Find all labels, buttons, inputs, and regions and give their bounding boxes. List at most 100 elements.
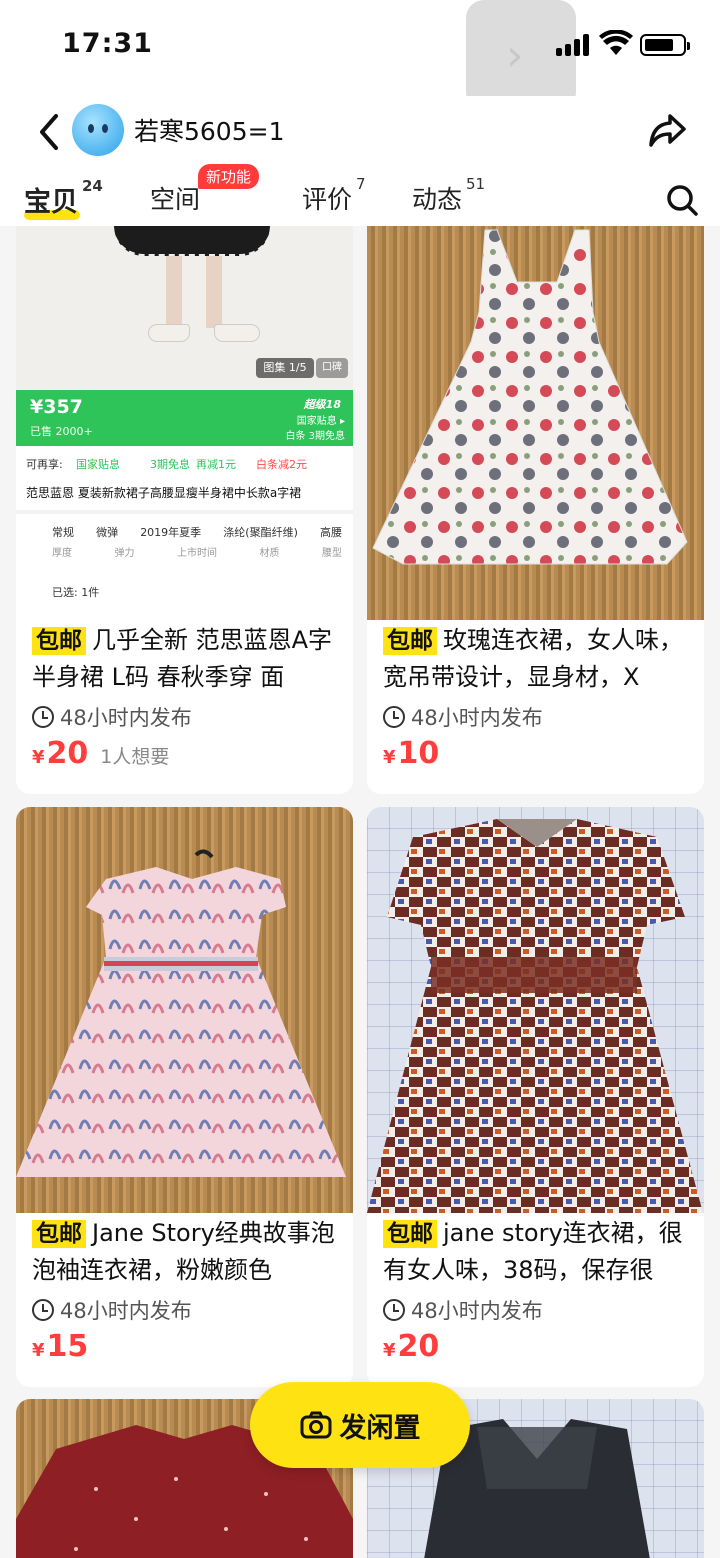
product-title: 包邮 Jane Story经典故事泡泡袖连衣裙，粉嫩颜色	[32, 1215, 338, 1289]
selected-label: 已选: 1件	[52, 586, 100, 599]
price-banner: ¥357 已售 2000+ 超级18 国家贴息 ▸ 白条 3期免息	[16, 390, 353, 446]
wifi-icon	[599, 30, 633, 55]
status-bar: 17:31 ›	[0, 0, 720, 110]
currency-symbol: ¥	[32, 1340, 45, 1361]
price-value: 10	[397, 736, 440, 771]
attr-name: 材质	[259, 548, 280, 559]
avatar[interactable]	[72, 104, 124, 156]
back-icon[interactable]	[34, 112, 64, 152]
time-text: 48小时内发布	[60, 706, 192, 730]
product-price: ¥20 1人想要	[32, 736, 169, 771]
product-image: 图集 1/5 口碑 ¥357 已售 2000+ 超级18 国家贴息 ▸ 白条 3…	[16, 226, 353, 620]
product-card[interactable]: 包邮 jane story连衣裙，很有女人味，38码，保存很 48小时内发布 ¥2…	[367, 807, 704, 1387]
product-title: 包邮 玫瑰连衣裙，女人味，宽吊带设计，显身材，X	[383, 622, 689, 696]
publish-time: 48小时内发布	[383, 1295, 543, 1325]
tab-count: 51	[466, 174, 486, 193]
banner-promo: 超级18	[303, 398, 341, 411]
time-text: 48小时内发布	[60, 1299, 192, 1323]
clock-icon	[383, 1299, 405, 1321]
product-card[interactable]: 包邮 玫瑰连衣裙，女人味，宽吊带设计，显身材，X 48小时内发布 ¥10	[367, 226, 704, 794]
gallery-indicator: 图集 1/5	[256, 358, 314, 378]
publish-time: 48小时内发布	[32, 702, 192, 732]
product-price: ¥20	[383, 1329, 439, 1364]
attr-name: 弹力	[114, 548, 135, 559]
attr-value: 常规	[52, 526, 74, 539]
free-shipping-badge: 包邮	[383, 627, 437, 655]
clock-icon	[32, 1299, 54, 1321]
product-title: 包邮 jane story连衣裙，很有女人味，38码，保存很	[383, 1215, 689, 1289]
banner-price: ¥357	[30, 396, 83, 418]
free-shipping-badge: 包邮	[32, 1220, 86, 1248]
search-icon[interactable]	[666, 184, 698, 216]
dress-illustration	[16, 849, 346, 1177]
banner-sold: 已售 2000+	[30, 425, 93, 438]
tab-label: 动态	[412, 185, 463, 214]
free-shipping-badge: 包邮	[383, 1220, 437, 1248]
attr-value: 高腰	[319, 526, 342, 539]
product-grid: 图集 1/5 口碑 ¥357 已售 2000+ 超级18 国家贴息 ▸ 白条 3…	[0, 226, 720, 1558]
time-text: 48小时内发布	[411, 706, 543, 730]
price-value: 20	[397, 1329, 440, 1364]
promo-tag: 3期免息	[150, 458, 190, 471]
tab-reviews[interactable]: 评价7	[302, 175, 366, 216]
username[interactable]: 若寒5605=1	[134, 112, 284, 148]
attr-name-row: 厚度 弹力 上市时间 材质 腰型	[52, 544, 342, 559]
camera-icon	[300, 1411, 331, 1439]
time-text: 48小时内发布	[411, 1299, 543, 1323]
battery-icon	[640, 34, 690, 56]
reviews-indicator: 口碑	[316, 358, 348, 378]
promo-tag: 白条减2元	[256, 458, 307, 471]
new-feature-badge: 新功能	[198, 164, 260, 189]
status-time: 17:31	[62, 28, 153, 59]
attr-value: 微弹	[96, 526, 119, 539]
promo-tag: 再减1元	[196, 458, 236, 471]
attr-value: 2019年夏季	[140, 526, 202, 539]
currency-symbol: ¥	[383, 1340, 396, 1361]
product-title: 包邮 几乎全新 范思蓝恩A字半身裙 L码 春秋季穿 面	[32, 622, 338, 696]
clock-icon	[383, 706, 405, 728]
want-count: 1人想要	[100, 746, 170, 768]
tab-items[interactable]: 宝贝24	[24, 177, 103, 219]
banner-promo: 国家贴息 ▸	[296, 416, 345, 427]
screenshot-product-title: 范思蓝恩 夏装新款裙子高腰显瘦半身裙中长款a字裙	[26, 486, 302, 500]
publish-time: 48小时内发布	[32, 1295, 192, 1325]
product-card[interactable]: 图集 1/5 口碑 ¥357 已售 2000+ 超级18 国家贴息 ▸ 白条 3…	[16, 226, 353, 794]
price-value: 20	[46, 736, 89, 771]
share-icon[interactable]	[648, 112, 688, 148]
dress-illustration	[367, 819, 703, 1213]
price-value: 15	[46, 1329, 89, 1364]
tab-space[interactable]: 空间	[150, 180, 200, 216]
clock-icon	[32, 706, 54, 728]
tab-count: 7	[356, 174, 366, 193]
attr-value: 涤纶(聚酯纤维)	[223, 526, 298, 539]
tab-bar: 宝贝24 空间 新功能 评价7 动态51	[0, 164, 720, 226]
tab-activity[interactable]: 动态51	[412, 175, 485, 216]
product-card[interactable]: 包邮 Jane Story经典故事泡泡袖连衣裙，粉嫩颜色 48小时内发布 ¥15	[16, 807, 353, 1387]
signal-icon	[556, 34, 592, 56]
tab-label: 空间	[150, 185, 201, 214]
currency-symbol: ¥	[383, 747, 396, 768]
product-image	[367, 807, 704, 1213]
publish-time: 48小时内发布	[383, 702, 543, 732]
currency-symbol: ¥	[32, 747, 45, 768]
tab-label: 宝贝	[24, 187, 78, 218]
attr-name: 厚度	[52, 548, 72, 559]
post-item-button[interactable]: 发闲置	[250, 1382, 470, 1468]
chevron-right-icon: ›	[506, 30, 524, 81]
attr-name: 腰型	[322, 548, 342, 559]
product-image	[367, 226, 704, 620]
post-item-label: 发闲置	[339, 1412, 421, 1444]
promo-tag: 国家贴息	[76, 458, 120, 471]
free-shipping-badge: 包邮	[32, 627, 86, 655]
attr-name: 上市时间	[177, 548, 217, 559]
product-price: ¥10	[383, 736, 439, 771]
dress-illustration	[372, 229, 688, 565]
tab-count: 24	[82, 177, 103, 195]
shop-header: 若寒5605=1 宝贝24 空间 新功能 评价7 动态51	[0, 96, 720, 226]
product-image	[16, 807, 353, 1213]
banner-promo: 白条 3期免息	[285, 431, 345, 442]
attr-row: 常规 微弹 2019年夏季 涤纶(聚酯纤维) 高腰	[52, 524, 342, 540]
enjoy-label: 可再享:	[26, 458, 63, 471]
tab-label: 评价	[302, 185, 353, 214]
product-price: ¥15	[32, 1329, 88, 1364]
